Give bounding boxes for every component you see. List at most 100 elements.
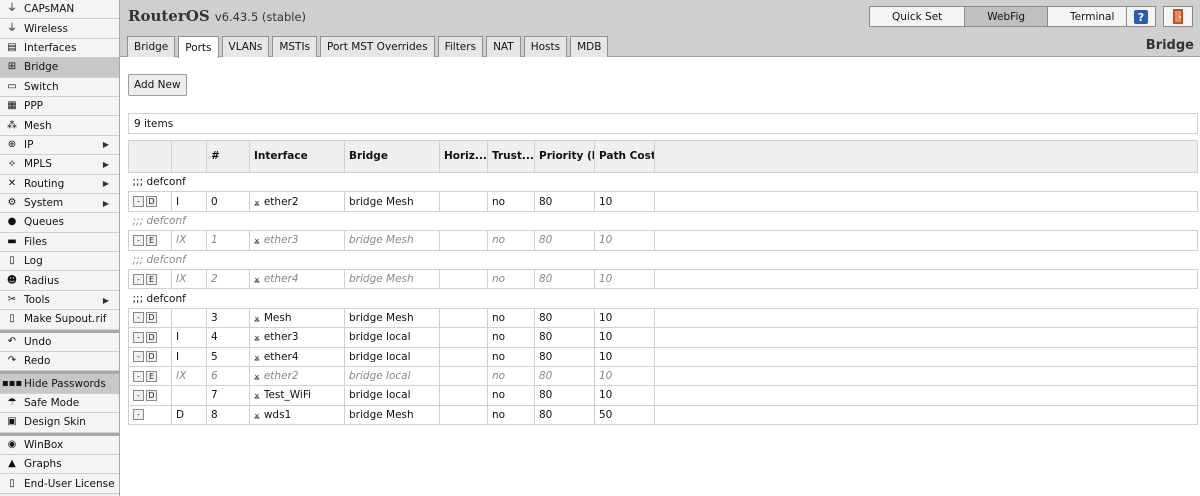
sidebar-item-files[interactable]: ▬ Files [0, 232, 119, 253]
enable-button[interactable]: E [146, 370, 157, 382]
remove-button[interactable]: - [133, 409, 144, 421]
disable-button[interactable]: D [146, 389, 157, 401]
remove-button[interactable]: - [133, 351, 144, 363]
disable-button[interactable]: D [146, 312, 157, 324]
interface-name[interactable]: Test_WiFi [264, 389, 311, 401]
sidebar-item-log[interactable]: ▯ Log [0, 252, 119, 272]
table-row[interactable]: - D I 5 ⨱ ether4 bridge local no 80 10 [128, 346, 1198, 367]
tab-vlans[interactable]: VLANs [221, 36, 270, 57]
sidebar-item-ppp[interactable]: ▦ PPP [0, 96, 119, 117]
sidebar-item-mpls[interactable]: ⟡ MPLS ▶ [0, 155, 119, 175]
disable-button[interactable]: D [146, 196, 157, 208]
comment-row: ;;; defconf [128, 210, 1198, 232]
tab-hosts[interactable]: Hosts [523, 36, 568, 57]
remove-button[interactable]: - [133, 331, 144, 343]
tab-filters[interactable]: Filters [437, 36, 484, 57]
tab-nat[interactable]: NAT [486, 36, 521, 57]
sidebar-item-redo[interactable]: ↷ Redo [0, 352, 119, 372]
column-header-horiz[interactable]: Horiz... [439, 140, 488, 173]
sidebar-item-hide-passwords[interactable]: ▪▪▪ Hide Passwords [0, 374, 119, 394]
sidebar-item-make-supout-rif[interactable]: ▯ Make Supout.rif [0, 310, 119, 330]
remove-button[interactable]: - [133, 370, 144, 382]
column-header-priority-hex[interactable]: Priority (hex) [534, 140, 595, 173]
enable-button[interactable]: E [146, 234, 157, 246]
interface-name[interactable]: ether2 [264, 196, 299, 208]
product-name: RouterOS [128, 7, 210, 25]
remove-button[interactable]: - [133, 196, 144, 208]
sidebar-item-tools[interactable]: ✂ Tools ▶ [0, 290, 119, 311]
table-row[interactable]: - D I 0 ⨱ ether2 bridge Mesh no 80 10 [128, 191, 1198, 212]
filler-cell [654, 346, 1198, 367]
interface-name[interactable]: ether3 [264, 234, 299, 246]
add-new-button[interactable]: Add New [128, 74, 187, 96]
disable-button[interactable]: D [146, 351, 157, 363]
table-row[interactable]: - D 8 ⨱ wds1 bridge Mesh no 80 50 [128, 404, 1198, 426]
sidebar-item-label: Mesh [24, 119, 52, 132]
interface-name[interactable]: ether3 [264, 331, 299, 343]
sidebar-item-graphs[interactable]: ▲ Graphs [0, 454, 119, 475]
sidebar-item-undo[interactable]: ↶ Undo [0, 332, 119, 353]
table-row[interactable]: - E IX 6 ⨱ ether2 bridge local no 80 10 [128, 365, 1198, 387]
sidebar-item-safe-mode[interactable]: ☂ Safe Mode [0, 393, 119, 414]
ppp-icon: ▦ [7, 100, 17, 112]
sidebar-item-wireless[interactable]: ⏚ Wireless [0, 19, 119, 39]
horizon-cell [439, 365, 488, 387]
sidebar-item-interfaces[interactable]: ▤ Interfaces [0, 38, 119, 59]
sidebar-item-label: PPP [24, 100, 43, 113]
sidebar-item-ip[interactable]: ⊕ IP ▶ [0, 135, 119, 156]
remove-button[interactable]: - [133, 389, 144, 401]
sidebar-item-capsman[interactable]: ⏚ CAPsMAN [0, 0, 119, 20]
sidebar-item-design-skin[interactable]: ▣ Design Skin [0, 413, 119, 433]
bridge-cell: bridge Mesh [344, 307, 440, 329]
sidebar-item-label: Interfaces [24, 41, 77, 54]
sidebar-item-label: Routing [24, 177, 65, 190]
table-row[interactable]: - D I 4 ⨱ ether3 bridge local no 80 10 [128, 327, 1198, 348]
sidebar-item-switch[interactable]: ▭ Switch [0, 77, 119, 97]
sidebar-item-winbox[interactable]: ◉ WinBox [0, 435, 119, 455]
mode-terminal-button[interactable]: Terminal [1047, 6, 1138, 27]
disable-button[interactable]: D [146, 331, 157, 343]
trusted-cell: no [487, 307, 535, 329]
sidebar-item-routing[interactable]: ✕ Routing ▶ [0, 174, 119, 194]
tab-mdb[interactable]: MDB [570, 36, 609, 57]
interface-name[interactable]: wds1 [264, 409, 291, 421]
number-cell: 1 [206, 230, 250, 251]
interface-name[interactable]: ether4 [264, 273, 299, 285]
sidebar-item-mesh[interactable]: ⁂ Mesh [0, 116, 119, 136]
table-row[interactable]: - D 7 ⨱ Test_WiFi bridge local no 80 10 [128, 385, 1198, 406]
logout-button[interactable] [1163, 6, 1193, 27]
tab-port-mst-overrides[interactable]: Port MST Overrides [320, 36, 435, 57]
interface-name[interactable]: ether4 [264, 351, 299, 363]
mode-quick-set-button[interactable]: Quick Set [869, 6, 966, 27]
interface-cell: ⨱ ether4 [249, 346, 345, 367]
interface-name[interactable]: ether2 [264, 370, 299, 382]
tab-bridge[interactable]: Bridge [127, 36, 176, 57]
interface-name[interactable]: Mesh [264, 312, 292, 324]
sidebar-item-label: Switch [24, 80, 59, 93]
table-row[interactable]: - D 3 ⨱ Mesh bridge Mesh no 80 10 [128, 307, 1198, 329]
help-button[interactable]: ? [1126, 6, 1156, 27]
bridge-cell: bridge Mesh [344, 404, 440, 426]
remove-button[interactable]: - [133, 312, 144, 324]
trusted-cell: no [487, 365, 535, 387]
column-header-bridge[interactable]: Bridge [344, 140, 440, 173]
column-header-trust[interactable]: Trust... [487, 140, 535, 173]
tab-mstis[interactable]: MSTIs [272, 36, 318, 57]
sidebar-item-system[interactable]: ⚙ System ▶ [0, 193, 119, 214]
sidebar-item-end-user-license[interactable]: ▯ End-User License [0, 474, 119, 494]
path-cost-cell: 10 [594, 268, 655, 290]
column-header-path-cost[interactable]: Path Cost [594, 140, 655, 173]
remove-button[interactable]: - [133, 234, 144, 246]
routing-icon: ✕ [7, 177, 17, 189]
sidebar-item-bridge[interactable]: ⊞ Bridge [0, 58, 119, 78]
table-row[interactable]: - E IX 1 ⨱ ether3 bridge Mesh no 80 10 [128, 230, 1198, 251]
remove-button[interactable]: - [133, 273, 144, 285]
sidebar-item-queues[interactable]: ● Queues [0, 213, 119, 233]
column-header-[interactable]: # [206, 140, 250, 173]
table-row[interactable]: - E IX 2 ⨱ ether4 bridge Mesh no 80 10 [128, 268, 1198, 290]
sidebar-item-radius[interactable]: ☻ Radius [0, 271, 119, 291]
enable-button[interactable]: E [146, 273, 157, 285]
column-header-interface[interactable]: Interface [249, 140, 345, 173]
mode-webfig-button[interactable]: WebFig [964, 6, 1049, 27]
tab-ports[interactable]: Ports [178, 36, 219, 58]
